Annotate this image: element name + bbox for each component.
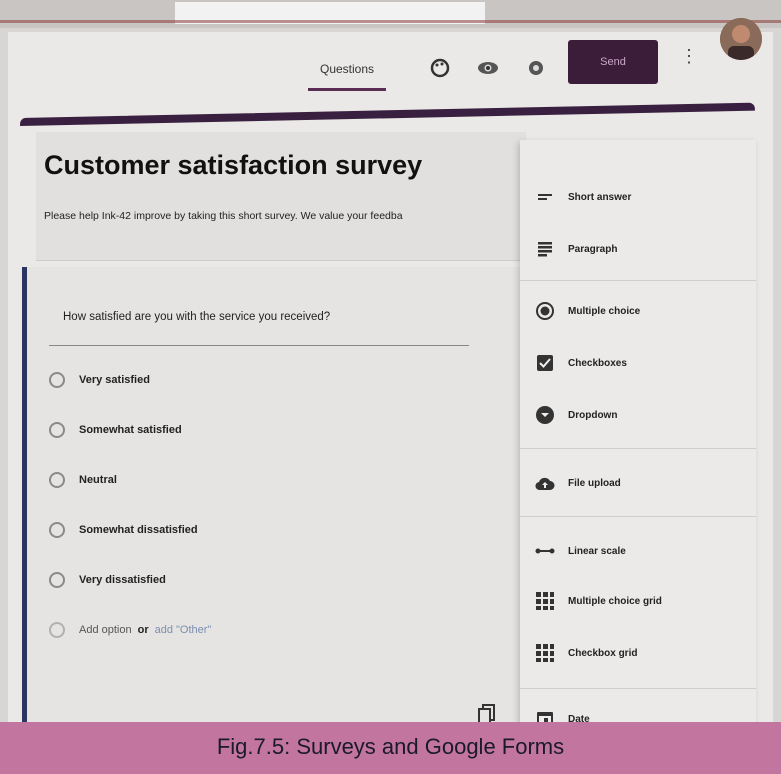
menu-item-checkboxes[interactable]: Checkboxes <box>534 350 627 376</box>
radio-icon <box>534 300 556 322</box>
paragraph-icon <box>534 238 556 260</box>
add-option-link[interactable]: Add option <box>79 624 132 636</box>
form-title[interactable]: Customer satisfaction survey <box>44 150 422 181</box>
option-row[interactable]: Somewhat dissatisfied <box>49 519 198 541</box>
figure-caption: Fig.7.5: Surveys and Google Forms <box>216 734 565 759</box>
radio-icon[interactable] <box>49 422 65 438</box>
menu-divider <box>520 280 756 281</box>
radio-icon[interactable] <box>49 522 65 538</box>
linear-scale-icon <box>534 540 556 562</box>
menu-item-label: Checkboxes <box>568 357 627 369</box>
menu-item-file-upload[interactable]: File upload <box>534 470 621 496</box>
add-other-link[interactable]: add "Other" <box>155 624 212 636</box>
form-accent-bar <box>19 102 755 126</box>
option-label[interactable]: Somewhat satisfied <box>79 424 182 436</box>
question-underline <box>49 345 469 346</box>
menu-item-label: Short answer <box>568 191 632 203</box>
short-answer-icon <box>534 186 556 208</box>
menu-item-label: Checkbox grid <box>568 647 638 659</box>
add-option-row[interactable]: Add option or add "Other" <box>49 619 211 641</box>
option-row[interactable]: Very dissatisfied <box>49 569 166 591</box>
grid-icon <box>534 590 556 612</box>
option-label[interactable]: Very dissatisfied <box>79 574 166 586</box>
option-row[interactable]: Very satisfied <box>49 369 150 391</box>
top-divider <box>0 20 781 23</box>
dropdown-icon <box>534 404 556 426</box>
avatar[interactable] <box>720 18 762 60</box>
option-row[interactable]: Somewhat satisfied <box>49 419 182 441</box>
radio-icon[interactable] <box>49 572 65 588</box>
radio-icon[interactable] <box>49 372 65 388</box>
radio-icon[interactable] <box>49 472 65 488</box>
question-type-menu: Short answer Paragraph Multiple choice C… <box>520 140 756 737</box>
question-card[interactable]: How satisfied are you with the service y… <box>22 267 531 737</box>
preview-eye-icon[interactable] <box>476 56 500 80</box>
option-label[interactable]: Very satisfied <box>79 374 150 386</box>
menu-item-multiple-choice-grid[interactable]: Multiple choice grid <box>534 588 662 614</box>
menu-item-label: Multiple choice <box>568 305 641 317</box>
menu-item-paragraph[interactable]: Paragraph <box>534 236 617 262</box>
menu-item-label: Linear scale <box>568 545 626 557</box>
form-description[interactable]: Please help Ink-42 improve by taking thi… <box>44 210 524 222</box>
forms-window: Questions Send ⋮ Customer satisfaction s… <box>8 18 773 737</box>
vertical-dots-icon[interactable]: ⋮ <box>680 46 698 66</box>
menu-item-label: File upload <box>568 477 621 489</box>
menu-divider <box>520 688 756 689</box>
cloud-upload-icon <box>534 472 556 494</box>
form-header-card[interactable]: Customer satisfaction survey Please help… <box>36 132 526 261</box>
menu-item-short-answer[interactable]: Short answer <box>534 184 631 210</box>
menu-divider <box>520 448 756 449</box>
menu-item-dropdown[interactable]: Dropdown <box>534 402 617 428</box>
option-label[interactable]: Somewhat dissatisfied <box>79 524 198 536</box>
tab-questions[interactable]: Questions <box>304 62 390 76</box>
menu-divider <box>520 516 756 517</box>
menu-item-multiple-choice[interactable]: Multiple choice <box>534 298 640 324</box>
menu-item-checkbox-grid[interactable]: Checkbox grid <box>534 640 637 666</box>
menu-item-label: Multiple choice grid <box>568 595 662 607</box>
checkbox-grid-icon <box>534 642 556 664</box>
menu-item-label: Dropdown <box>568 409 618 421</box>
option-row[interactable]: Neutral <box>49 469 117 491</box>
or-label: or <box>137 624 149 636</box>
palette-icon[interactable] <box>428 56 452 80</box>
settings-gear-icon[interactable] <box>524 56 548 80</box>
photo-top-edge <box>0 0 781 28</box>
checkbox-icon <box>534 352 556 374</box>
question-title[interactable]: How satisfied are you with the service y… <box>63 311 330 323</box>
active-tab-indicator <box>308 88 386 91</box>
send-button[interactable]: Send <box>568 40 658 84</box>
option-label[interactable]: Neutral <box>79 474 117 486</box>
radio-icon <box>49 622 65 638</box>
menu-item-linear-scale[interactable]: Linear scale <box>534 538 626 564</box>
toolbar: Questions Send ⋮ <box>8 18 773 92</box>
menu-item-label: Paragraph <box>568 243 618 255</box>
